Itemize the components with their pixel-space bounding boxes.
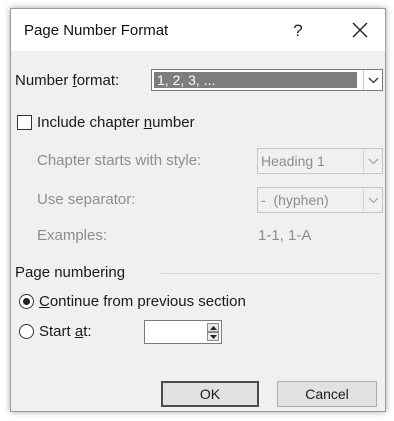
cancel-button[interactable]: Cancel	[277, 381, 377, 407]
spin-up-icon[interactable]	[207, 323, 219, 332]
number-format-selected: 1, 2, 3, ...	[154, 72, 357, 88]
title-bar: Page Number Format ?	[11, 9, 385, 51]
examples-label: Examples:	[37, 227, 108, 244]
start-at-spinner[interactable]	[144, 320, 222, 344]
separator-label: Use separator:	[37, 191, 136, 208]
radio-selected-dot	[23, 298, 30, 305]
separator-dropdown[interactable]: - (hyphen)	[257, 187, 383, 213]
start-at-label: Start at:	[39, 323, 92, 340]
page-numbering-label: Page numbering	[15, 264, 126, 281]
chevron-down-icon[interactable]	[363, 70, 382, 90]
separator-value: - (hyphen)	[261, 192, 329, 208]
chapter-style-label: Chapter starts with style:	[37, 152, 202, 169]
chapter-style-value: Heading 1	[261, 153, 325, 169]
page-number-format-dialog: Page Number Format ? Number format: 1, 2…	[10, 8, 386, 412]
continue-radio[interactable]	[19, 294, 34, 309]
chevron-down-icon[interactable]	[363, 149, 382, 173]
start-at-radio[interactable]	[19, 324, 34, 339]
number-format-dropdown[interactable]: 1, 2, 3, ...	[151, 69, 383, 91]
dialog-title: Page Number Format	[24, 22, 169, 39]
ok-button[interactable]: OK	[161, 381, 259, 407]
examples-value: 1-1, 1-A	[258, 227, 312, 244]
close-icon[interactable]	[347, 17, 373, 43]
include-chapter-label: Include chapter number	[37, 114, 195, 131]
group-divider	[161, 273, 379, 274]
number-format-label: Number format:	[15, 72, 120, 89]
continue-label: Continue from previous section	[39, 293, 246, 310]
include-chapter-checkbox[interactable]	[17, 115, 32, 130]
help-button[interactable]: ?	[288, 20, 308, 42]
chapter-style-dropdown[interactable]: Heading 1	[257, 148, 383, 174]
chevron-down-icon[interactable]	[363, 188, 382, 212]
spin-down-icon[interactable]	[207, 332, 219, 341]
